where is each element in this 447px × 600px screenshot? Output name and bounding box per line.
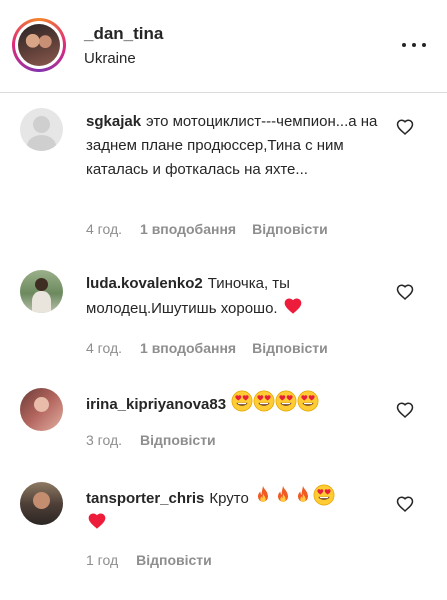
comment-likes[interactable]: 1 вподобання xyxy=(140,340,236,356)
header-username[interactable]: _dan_tina xyxy=(84,24,163,44)
red-heart-emoji xyxy=(86,511,108,531)
commenter-avatar[interactable] xyxy=(20,270,63,313)
comment-time: 4 год. xyxy=(86,221,123,237)
fire-emoji xyxy=(273,484,293,506)
reply-button[interactable]: Відповісти xyxy=(252,340,328,356)
commenter-avatar[interactable] xyxy=(20,108,63,151)
heart-eyes-emoji xyxy=(275,390,297,412)
red-heart-emoji xyxy=(282,296,304,316)
comment-likes[interactable]: 1 вподобання xyxy=(140,221,236,237)
comment-meta: 4 год. 1 вподобання Відповісти xyxy=(86,340,344,356)
comment-time: 1 год xyxy=(86,552,119,568)
like-heart-icon[interactable] xyxy=(396,118,414,136)
comment-time: 4 год. xyxy=(86,340,123,356)
commenter-avatar[interactable] xyxy=(20,482,63,525)
comment-meta: 4 год. 1 вподобання Відповісти xyxy=(86,221,344,237)
heart-eyes-emoji xyxy=(231,390,253,412)
heart-eyes-emoji xyxy=(297,390,319,412)
commenter-avatar[interactable] xyxy=(20,388,63,431)
comment-body: sgkajak это мотоциклист---чемпион...а на … xyxy=(86,110,386,182)
profile-avatar[interactable] xyxy=(12,18,66,72)
header-location[interactable]: Ukraine xyxy=(84,50,136,67)
reply-button[interactable]: Відповісти xyxy=(252,221,328,237)
comment-username[interactable]: tansporter_chris xyxy=(86,490,204,507)
heart-eyes-emoji xyxy=(313,484,335,506)
more-options-icon[interactable] xyxy=(402,36,430,54)
comment-username[interactable]: irina_kipriyanova83 xyxy=(86,396,226,413)
reply-button[interactable]: Відповісти xyxy=(136,552,212,568)
comment-body: irina_kipriyanova83 xyxy=(86,390,386,417)
comment-time: 3 год. xyxy=(86,432,123,448)
profile-photo xyxy=(18,24,60,66)
reply-button[interactable]: Відповісти xyxy=(140,432,216,448)
fire-emoji xyxy=(293,484,313,506)
comment-meta: 1 год Відповісти xyxy=(86,552,228,568)
comment-username[interactable]: sgkajak xyxy=(86,113,141,130)
comment-username[interactable]: luda.kovalenko2 xyxy=(86,275,203,292)
like-heart-icon[interactable] xyxy=(396,495,414,513)
like-heart-icon[interactable] xyxy=(396,283,414,301)
comment-text: Круто xyxy=(209,490,249,507)
comment-body: tansporter_chris Круто xyxy=(86,484,376,536)
post-header: _dan_tina Ukraine xyxy=(0,0,447,93)
fire-emoji xyxy=(253,484,273,506)
comment-meta: 3 год. Відповісти xyxy=(86,432,232,448)
like-heart-icon[interactable] xyxy=(396,401,414,419)
heart-eyes-emoji xyxy=(253,390,275,412)
comment-body: luda.kovalenko2 Тиночка, ты молодец.Ишути… xyxy=(86,272,376,321)
